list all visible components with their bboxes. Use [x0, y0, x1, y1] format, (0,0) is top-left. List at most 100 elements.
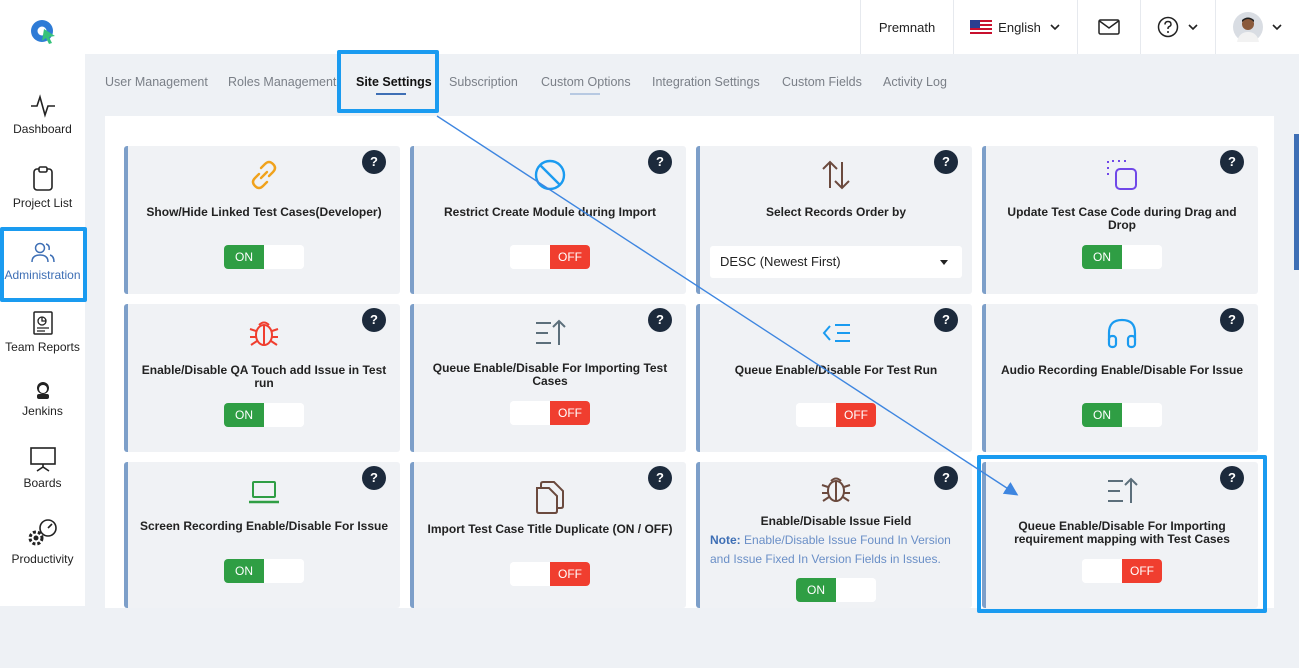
sidebar-item-label: Jenkins: [22, 404, 63, 418]
headphones-icon: [1107, 318, 1137, 349]
sidebar-item-jenkins[interactable]: Jenkins: [0, 380, 85, 418]
chevron-down-icon: [1271, 24, 1282, 31]
tab-custom-options[interactable]: Custom Options: [541, 75, 631, 89]
toggle-switch[interactable]: ON: [1082, 245, 1162, 269]
toggle-switch[interactable]: OFF: [510, 245, 590, 269]
help-button[interactable]: ?: [648, 308, 672, 332]
toggle-blank: [510, 562, 550, 586]
toggle-on: ON: [1082, 245, 1122, 269]
sidebar-item-label: Team Reports: [5, 340, 80, 354]
settings-tabs: User Management Roles Management Site Se…: [105, 54, 1285, 110]
card-title: Import Test Case Title Duplicate (ON / O…: [427, 522, 673, 536]
toggle-off: OFF: [550, 562, 590, 586]
setting-card-queue-test-run: ? Queue Enable/Disable For Test Run OFF: [696, 304, 972, 452]
tab-integration-settings[interactable]: Integration Settings: [652, 75, 760, 89]
records-order-select[interactable]: DESC (Newest First): [710, 246, 962, 278]
toggle-switch[interactable]: ON: [1082, 403, 1162, 427]
list-indent-icon: [822, 324, 850, 342]
card-title: Queue Enable/Disable For Test Run: [734, 363, 938, 377]
note-label: Note:: [710, 533, 741, 547]
setting-card-queue-import-test-cases: ? Queue Enable/Disable For Importing Tes…: [410, 304, 686, 452]
laptop-icon: [249, 481, 279, 504]
tab-custom-fields[interactable]: Custom Fields: [782, 75, 862, 89]
toggle-switch[interactable]: OFF: [510, 401, 590, 425]
tab-activity-log[interactable]: Activity Log: [883, 75, 947, 89]
sidebar-item-team-reports[interactable]: Team Reports: [0, 310, 85, 354]
link-icon: [251, 160, 277, 190]
card-title: Queue Enable/Disable For Importing Test …: [432, 361, 668, 388]
toggle-switch[interactable]: ON: [796, 578, 876, 602]
tab-roles-management[interactable]: Roles Management: [228, 75, 336, 89]
sidebar-item-label: Dashboard: [13, 122, 72, 136]
toggle-switch[interactable]: OFF: [796, 403, 876, 427]
toggle-switch[interactable]: OFF: [510, 562, 590, 586]
setting-card-records-order: ? Select Records Order by DESC (Newest F…: [696, 146, 972, 294]
chevron-down-icon: [1188, 24, 1198, 31]
sort-arrows-icon: [822, 160, 850, 190]
copy-icon: [536, 481, 564, 514]
toggle-switch[interactable]: ON: [224, 559, 304, 583]
help-button[interactable]: ?: [362, 308, 386, 332]
setting-card-restrict-create-module: ? Restrict Create Module during Import O…: [410, 146, 686, 294]
tab-user-management[interactable]: User Management: [105, 75, 208, 89]
sidebar-item-label: Productivity: [11, 552, 74, 566]
clipboard-icon: [32, 166, 53, 191]
sidebar-item-label: Project List: [12, 196, 73, 210]
bug-icon: [249, 321, 279, 346]
us-flag-icon: [970, 20, 993, 34]
card-title: Enable/Disable QA Touch add Issue in Tes…: [141, 363, 387, 390]
help-button[interactable]: ?: [648, 466, 672, 490]
toggle-off: OFF: [550, 245, 590, 269]
caret-down-icon: [940, 260, 948, 265]
card-note: Note: Enable/Disable Issue Found In Vers…: [710, 531, 962, 569]
setting-card-audio-recording: ? Audio Recording Enable/Disable For Iss…: [982, 304, 1258, 452]
toggle-blank: [1122, 245, 1162, 269]
top-bar: Premnath English: [0, 0, 1299, 54]
app-logo-icon[interactable]: [28, 16, 58, 46]
card-title: Screen Recording Enable/Disable For Issu…: [139, 519, 389, 533]
card-title: Select Records Order by: [765, 205, 907, 219]
highlight-queue-requirement-card: [977, 455, 1267, 613]
card-title: Update Test Case Code during Drag and Dr…: [1007, 205, 1237, 232]
mail-button[interactable]: [1077, 0, 1140, 54]
sidebar-item-dashboard[interactable]: Dashboard: [0, 94, 85, 136]
toggle-switch[interactable]: ON: [224, 403, 304, 427]
help-button[interactable]: ?: [934, 466, 958, 490]
setting-card-qa-touch-issue: ? Enable/Disable QA Touch add Issue in T…: [124, 304, 400, 452]
help-menu[interactable]: [1140, 0, 1215, 54]
sidebar-item-label: Boards: [23, 476, 62, 490]
toggle-blank: [796, 403, 836, 427]
toggle-blank: [264, 245, 304, 269]
sidebar-item-boards[interactable]: Boards: [0, 446, 85, 490]
help-button[interactable]: ?: [934, 150, 958, 174]
user-name-label: Premnath: [878, 19, 936, 35]
user-name[interactable]: Premnath: [860, 0, 953, 54]
help-button[interactable]: ?: [934, 308, 958, 332]
card-title: Audio Recording Enable/Disable For Issue: [1000, 363, 1244, 377]
list-upload-icon: [536, 319, 566, 345]
avatar: [1232, 12, 1263, 42]
help-button[interactable]: ?: [1220, 308, 1244, 332]
card-title: Enable/Disable Issue Field: [760, 514, 912, 528]
toggle-blank: [264, 559, 304, 583]
setting-card-import-title-duplicate: ? Import Test Case Title Duplicate (ON /…: [410, 462, 686, 608]
toggle-on: ON: [224, 559, 264, 583]
tab-subscription[interactable]: Subscription: [449, 75, 518, 89]
help-button[interactable]: ?: [1220, 150, 1244, 174]
help-button[interactable]: ?: [362, 150, 386, 174]
hover-tab-underline: [570, 93, 600, 95]
setting-card-issue-field: ? Enable/Disable Issue Field Note: Enabl…: [696, 462, 972, 608]
help-button[interactable]: ?: [362, 466, 386, 490]
language-label: English: [998, 19, 1041, 35]
sidebar-item-project-list[interactable]: Project List: [0, 166, 85, 210]
sidebar-item-productivity[interactable]: Productivity: [0, 518, 85, 566]
prohibited-icon: [534, 159, 566, 191]
mail-icon: [1098, 19, 1120, 35]
language-selector[interactable]: English: [953, 0, 1077, 54]
help-button[interactable]: ?: [648, 150, 672, 174]
sidebar: Dashboard Project List Administration Te…: [0, 54, 85, 606]
chevron-down-icon: [1050, 24, 1060, 31]
toggle-switch[interactable]: ON: [224, 245, 304, 269]
profile-menu[interactable]: [1215, 0, 1299, 54]
scrollbar-thumb[interactable]: [1294, 134, 1299, 270]
